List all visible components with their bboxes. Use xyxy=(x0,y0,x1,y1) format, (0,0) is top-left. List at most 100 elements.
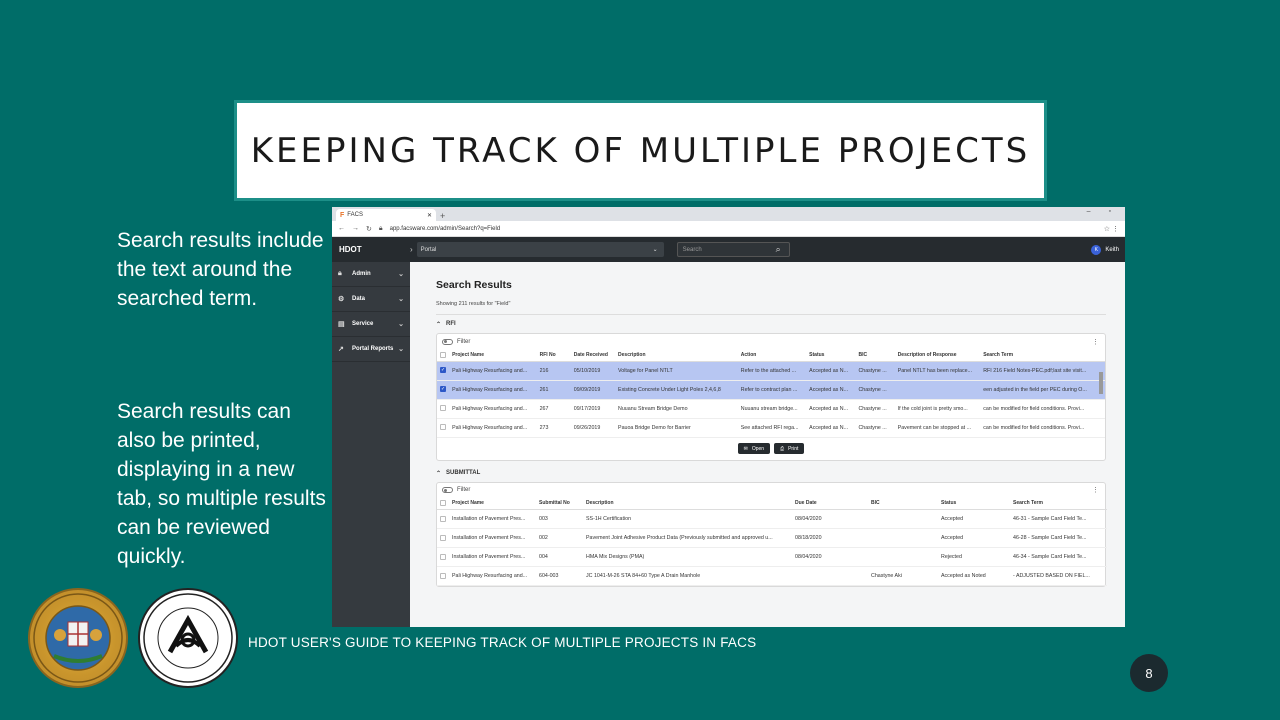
table-cell: Pauoa Bridge Demo for Barrier xyxy=(615,418,738,438)
table-row[interactable]: Pali Highway Resurfacing and... 267 09/1… xyxy=(437,399,1105,419)
row-checkbox[interactable] xyxy=(440,405,446,412)
sidebar-item-label: Portal Reports xyxy=(352,346,394,352)
table-cell xyxy=(868,528,938,548)
filter-toggle[interactable] xyxy=(442,487,453,493)
submittal-section-header[interactable]: ⌃ SUBMITTAL xyxy=(436,470,1125,477)
table-row[interactable]: Installation of Pavement Pres... 002 Pav… xyxy=(437,528,1107,548)
table-cell xyxy=(894,380,981,400)
table-cell: Chastyne ... xyxy=(855,418,895,438)
portal-select[interactable]: Portal ⌄ xyxy=(416,242,664,257)
row-checkbox[interactable] xyxy=(440,534,446,541)
back-icon[interactable]: ← xyxy=(338,225,345,232)
rfi-header-row: Project Name RFI No Date Received Descri… xyxy=(437,349,1105,362)
sidebar-item-data[interactable]: ⚙ Data ⌄ xyxy=(332,287,410,312)
user-menu[interactable]: K Keith xyxy=(1091,244,1119,255)
browser-tab-bar: F FACS ✕ + – ▫ xyxy=(332,207,1125,221)
column-header[interactable]: Action xyxy=(737,349,807,362)
facs-logo-icon: F xyxy=(340,211,345,219)
close-tab-icon[interactable]: ✕ xyxy=(427,212,432,219)
submittal-header-row: Project Name Submittal No Description Du… xyxy=(437,497,1107,510)
row-checkbox[interactable]: ✓ xyxy=(440,386,446,393)
more-options-icon[interactable]: ⋮ xyxy=(1092,338,1099,346)
row-checkbox[interactable] xyxy=(440,572,446,579)
column-header[interactable]: Status xyxy=(938,497,1010,510)
row-checkbox[interactable] xyxy=(440,515,446,522)
table-row[interactable]: Installation of Pavement Pres... 004 HMA… xyxy=(437,547,1107,567)
table-cell xyxy=(792,566,868,586)
forward-icon[interactable]: → xyxy=(352,225,359,232)
rfi-filter[interactable]: Filter ⋮ xyxy=(437,334,1105,349)
select-all-checkbox[interactable] xyxy=(440,500,446,507)
table-cell: Chastyne ... xyxy=(855,380,895,400)
table-cell: 05/10/2019 xyxy=(570,361,616,381)
table-cell: Nuuanu Stream Bridge Demo xyxy=(615,399,738,419)
table-cell: Chastyne ... xyxy=(855,399,895,419)
table-cell: Panel NTLT has been replace... xyxy=(894,361,981,381)
scrollbar-thumb[interactable] xyxy=(1099,372,1103,394)
table-cell: 08/04/2020 xyxy=(792,547,868,567)
browser-tab[interactable]: F FACS ✕ xyxy=(336,209,436,221)
brand-label[interactable]: HDOT xyxy=(332,245,408,254)
bookmark-star-icon[interactable]: ☆ ⋮ xyxy=(1104,225,1119,233)
column-header[interactable]: Description xyxy=(583,497,792,510)
table-row[interactable]: Pali Highway Resurfacing and... 273 09/2… xyxy=(437,418,1105,438)
rfi-panel: Filter ⋮ Project Name RFI No Date Receiv… xyxy=(436,333,1106,461)
row-checkbox[interactable] xyxy=(440,424,446,431)
sidebar-item-portal-reports[interactable]: ↗ Portal Reports ⌄ xyxy=(332,337,410,362)
filter-toggle[interactable] xyxy=(442,338,453,345)
column-header[interactable]: Project Name xyxy=(449,497,536,510)
table-cell: 08/18/2020 xyxy=(792,528,868,548)
table-cell: If the cold joint is pretty smo... xyxy=(894,399,981,419)
sidebar: 🔒︎ Admin ⌄ ⚙ Data ⌄ ▤ Service ⌄ ↗ Portal… xyxy=(332,262,410,627)
chevron-up-icon: ⌃ xyxy=(436,470,442,477)
table-cell: Pali Highway Resurfacing and... xyxy=(449,399,537,419)
table-cell: Voltage for Panel NTLT xyxy=(615,361,738,381)
table-row[interactable]: ✓ Pali Highway Resurfacing and... 261 09… xyxy=(437,380,1105,400)
column-header[interactable]: BIC xyxy=(868,497,938,510)
search-icon[interactable]: ⌕ xyxy=(776,244,781,255)
submittal-filter[interactable]: Filter ⋮ xyxy=(437,483,1105,498)
table-row[interactable]: Pali Highway Resurfacing and... 604-003 … xyxy=(437,566,1107,586)
table-cell: can be modified for field conditions. Pr… xyxy=(980,418,1105,438)
column-header[interactable]: Submittal No xyxy=(536,497,583,510)
select-all-checkbox[interactable] xyxy=(440,351,446,358)
rfi-section-header[interactable]: ⌃ RFI xyxy=(436,321,1125,328)
column-header[interactable]: Description of Response xyxy=(894,349,981,362)
open-button[interactable]: ✉ Open xyxy=(737,443,771,454)
window-controls[interactable]: – ▫ xyxy=(1087,208,1119,215)
table-row[interactable]: Installation of Pavement Pres... 003 SS-… xyxy=(437,509,1107,529)
sidebar-item-service[interactable]: ▤ Service ⌄ xyxy=(332,312,410,337)
new-tab-icon[interactable]: + xyxy=(440,211,445,221)
column-header[interactable]: Search Term xyxy=(980,349,1105,362)
column-header[interactable]: Date Received xyxy=(570,349,616,362)
row-checkbox[interactable] xyxy=(440,553,446,560)
table-cell: Pali Highway Resurfacing and... xyxy=(449,380,537,400)
column-header[interactable]: Due Date xyxy=(792,497,868,510)
table-cell: Accepted as N... xyxy=(806,361,856,381)
submittal-panel: Filter ⋮ Project Name Submittal No Descr… xyxy=(436,481,1107,587)
submittal-section-label: SUBMITTAL xyxy=(446,469,481,476)
table-cell: Pali Highway Resurfacing and... xyxy=(449,566,536,586)
column-header[interactable]: Description xyxy=(615,349,738,362)
column-header[interactable]: BIC xyxy=(855,349,895,362)
search-placeholder: Search xyxy=(682,246,702,253)
sidebar-item-label: Service xyxy=(352,321,374,327)
sidebar-item-admin[interactable]: 🔒︎ Admin ⌄ xyxy=(332,262,410,287)
column-header[interactable]: RFI No xyxy=(536,349,571,362)
more-options-icon[interactable]: ⋮ xyxy=(1092,486,1099,494)
column-header[interactable]: Search Term xyxy=(1010,497,1107,510)
search-input[interactable]: Search ⌕ xyxy=(676,242,790,257)
row-checkbox[interactable]: ✓ xyxy=(440,367,446,374)
url-text[interactable]: app.facsware.com/admin/Search?q=Field xyxy=(390,226,501,232)
scrollbar[interactable] xyxy=(1099,366,1104,446)
table-cell: Chastyne ... xyxy=(855,361,895,381)
column-header[interactable]: Status xyxy=(806,349,856,362)
reload-icon[interactable]: ↻ xyxy=(366,225,372,233)
table-cell: Installation of Pavement Pres... xyxy=(449,547,536,567)
table-row[interactable]: ✓ Pali Highway Resurfacing and... 216 05… xyxy=(437,361,1105,381)
chevron-down-icon: ⌄ xyxy=(652,247,658,253)
result-count: Showing 211 results for "Field" xyxy=(436,301,511,307)
table-cell: Accepted xyxy=(938,509,1010,529)
print-button[interactable]: ⎙ Print xyxy=(774,443,805,454)
column-header[interactable]: Project Name xyxy=(449,349,537,362)
